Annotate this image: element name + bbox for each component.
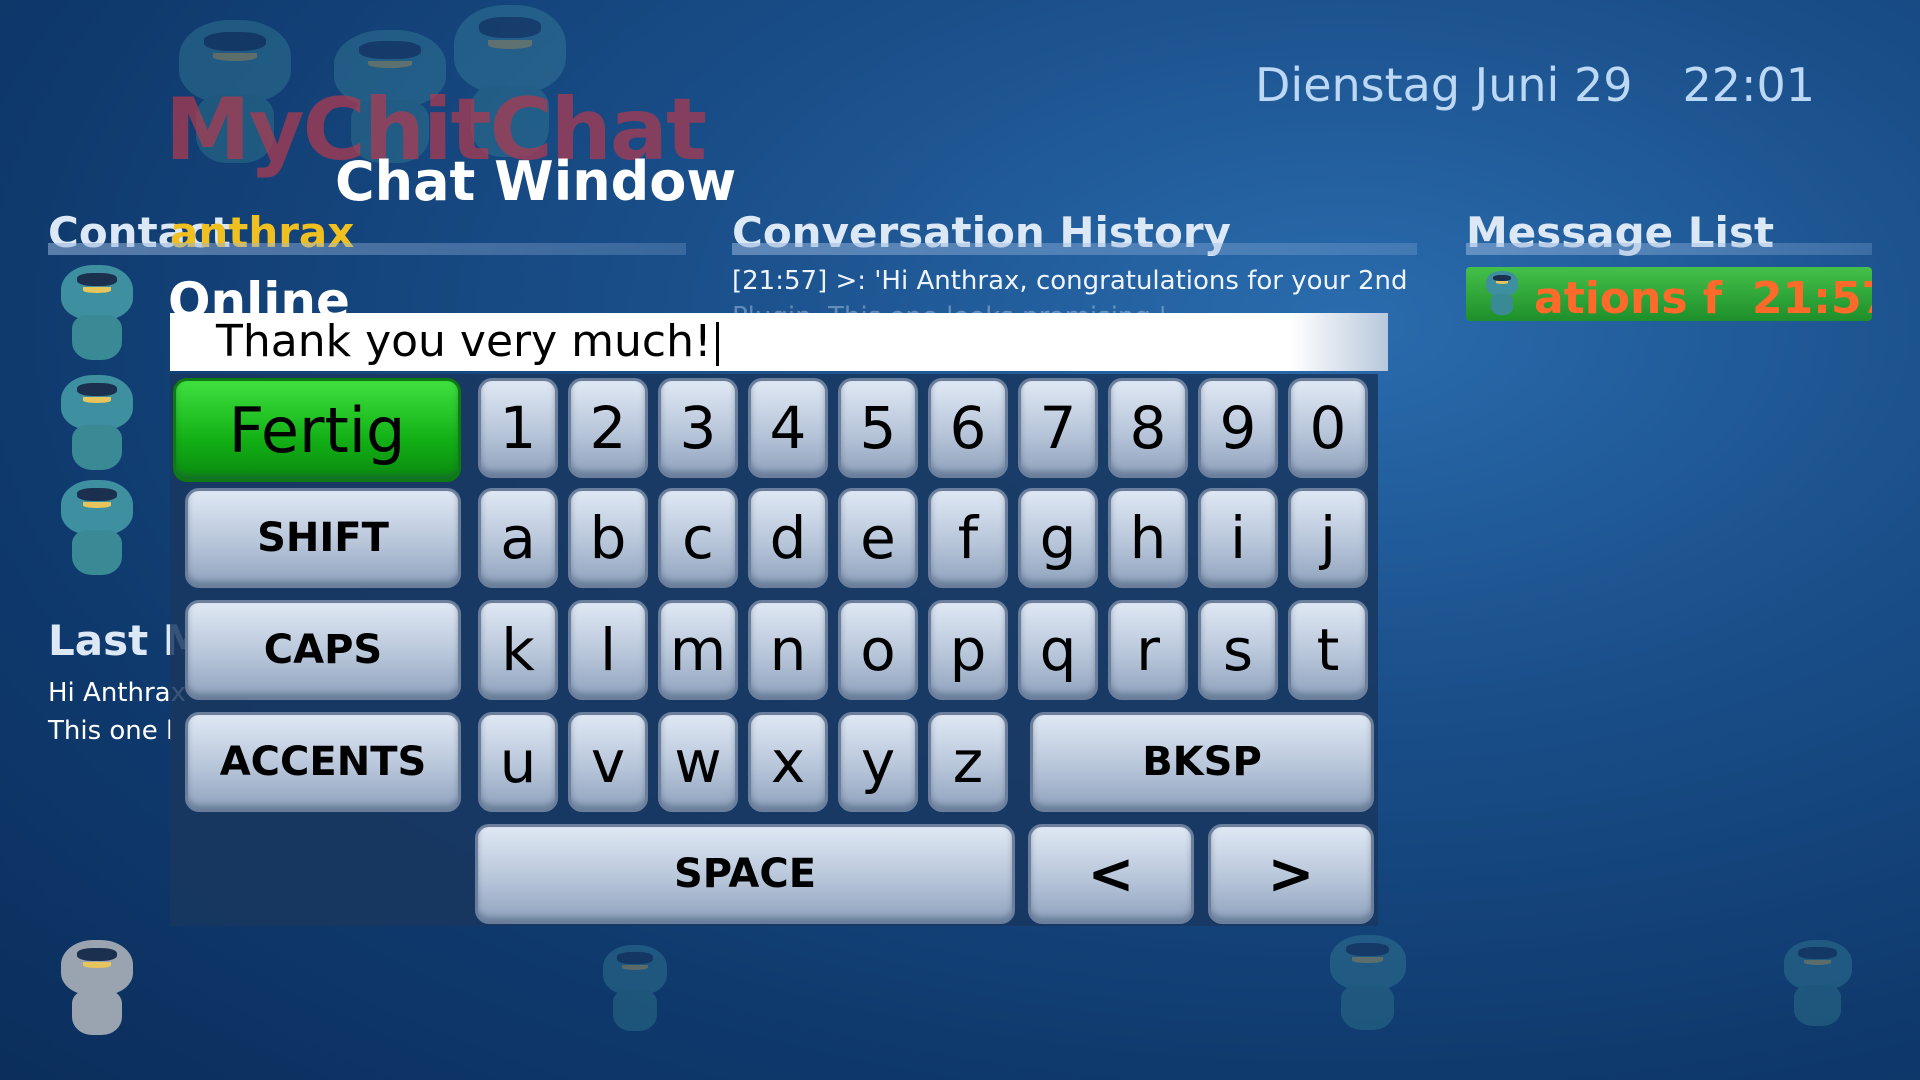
backspace-key[interactable]: BKSP bbox=[1030, 712, 1374, 812]
last-message-line: This one l bbox=[48, 716, 174, 746]
char-key[interactable]: n bbox=[748, 600, 828, 700]
contact-avatar-icon[interactable] bbox=[52, 375, 142, 475]
char-key[interactable]: z bbox=[928, 712, 1008, 812]
mascot-typewriter-icon[interactable] bbox=[52, 940, 142, 1040]
char-key[interactable]: s bbox=[1198, 600, 1278, 700]
contact-avatar-icon[interactable] bbox=[52, 265, 142, 365]
char-key[interactable]: r bbox=[1108, 600, 1188, 700]
char-key[interactable]: 9 bbox=[1198, 378, 1278, 478]
char-key[interactable]: w bbox=[658, 712, 738, 812]
char-key[interactable]: c bbox=[658, 488, 738, 588]
char-key[interactable]: p bbox=[928, 600, 1008, 700]
mascot-mail-icon[interactable] bbox=[1775, 940, 1860, 1030]
message-sender-icon bbox=[1482, 271, 1522, 317]
char-key[interactable]: 0 bbox=[1288, 378, 1368, 478]
char-key[interactable]: l bbox=[568, 600, 648, 700]
conversation-line: [21:57] >: 'Hi Anthrax, congratulations … bbox=[732, 266, 1408, 296]
done-button[interactable]: Fertig bbox=[173, 378, 461, 482]
char-key[interactable]: o bbox=[838, 600, 918, 700]
char-key[interactable]: m bbox=[658, 600, 738, 700]
page-title: Chat Window bbox=[335, 150, 737, 213]
date-label: Dienstag Juni 29 bbox=[1255, 58, 1633, 112]
char-key[interactable]: a bbox=[478, 488, 558, 588]
char-key[interactable]: 3 bbox=[658, 378, 738, 478]
mascot-letter-icon[interactable] bbox=[1320, 935, 1415, 1035]
char-key[interactable]: j bbox=[1288, 488, 1368, 588]
char-key[interactable]: v bbox=[568, 712, 648, 812]
char-key[interactable]: 6 bbox=[928, 378, 1008, 478]
char-key[interactable]: i bbox=[1198, 488, 1278, 588]
date-time: Dienstag Juni 29 22:01 bbox=[1255, 58, 1815, 112]
space-key[interactable]: SPACE bbox=[475, 824, 1015, 924]
char-key[interactable]: 2 bbox=[568, 378, 648, 478]
cursor-right-key[interactable]: > bbox=[1208, 824, 1374, 924]
char-key[interactable]: k bbox=[478, 600, 558, 700]
message-list-item[interactable]: ations f 21:57 bbox=[1466, 267, 1872, 321]
cursor-left-key[interactable]: < bbox=[1028, 824, 1194, 924]
message-time: 21:57 bbox=[1752, 273, 1872, 321]
char-key[interactable]: 5 bbox=[838, 378, 918, 478]
last-message-line: Hi Anthrax bbox=[48, 678, 186, 708]
text-input[interactable]: Thank you very much! bbox=[170, 313, 1388, 371]
char-key[interactable]: y bbox=[838, 712, 918, 812]
char-key[interactable]: f bbox=[928, 488, 1008, 588]
char-key[interactable]: 4 bbox=[748, 378, 828, 478]
char-key[interactable]: t bbox=[1288, 600, 1368, 700]
accents-key[interactable]: ACCENTS bbox=[185, 712, 461, 812]
input-value: Thank you very much! bbox=[216, 316, 712, 367]
char-key[interactable]: h bbox=[1108, 488, 1188, 588]
mascot-newspaper-icon[interactable] bbox=[595, 945, 675, 1035]
message-preview: ations f bbox=[1534, 273, 1723, 321]
caps-key[interactable]: CAPS bbox=[185, 600, 461, 700]
char-key[interactable]: d bbox=[748, 488, 828, 588]
text-caret bbox=[715, 322, 719, 366]
conversation-underline bbox=[732, 243, 1417, 255]
shift-key[interactable]: SHIFT bbox=[185, 488, 461, 588]
char-key[interactable]: e bbox=[838, 488, 918, 588]
time-label: 22:01 bbox=[1682, 58, 1816, 112]
char-key[interactable]: b bbox=[568, 488, 648, 588]
message-list-underline bbox=[1466, 243, 1872, 255]
char-key[interactable]: u bbox=[478, 712, 558, 812]
char-key[interactable]: 1 bbox=[478, 378, 558, 478]
char-key[interactable]: 7 bbox=[1018, 378, 1098, 478]
contacts-underline bbox=[48, 243, 686, 255]
char-key[interactable]: 8 bbox=[1108, 378, 1188, 478]
char-key[interactable]: x bbox=[748, 712, 828, 812]
char-key[interactable]: q bbox=[1018, 600, 1098, 700]
contact-avatar-icon[interactable] bbox=[52, 480, 142, 580]
char-key[interactable]: g bbox=[1018, 488, 1098, 588]
